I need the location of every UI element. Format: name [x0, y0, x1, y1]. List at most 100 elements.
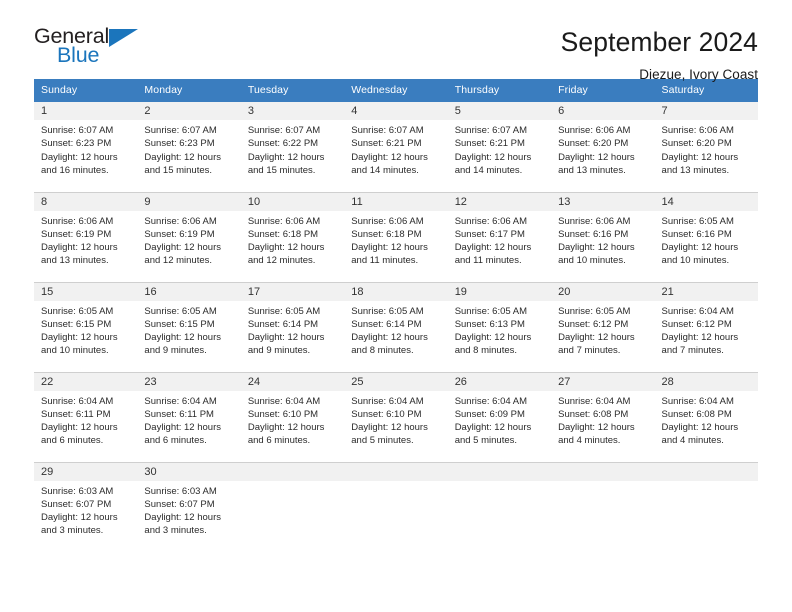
calendar-body: 1 Sunrise: 6:07 AM Sunset: 6:23 PM Dayli… [34, 102, 758, 552]
week-row: 15 Sunrise: 6:05 AM Sunset: 6:15 PM Dayl… [34, 281, 758, 372]
daylight-text-line1: Daylight: 12 hours [41, 512, 118, 524]
weekday-header-monday: Monday [137, 79, 241, 102]
sunrise-text: Sunrise: 6:03 AM [41, 485, 114, 497]
day-number: 13 [551, 192, 655, 211]
day-details: Sunrise: 6:06 AM Sunset: 6:19 PM Dayligh… [34, 211, 137, 268]
day-cell[interactable]: 28 Sunrise: 6:04 AM Sunset: 6:08 PM Dayl… [654, 371, 758, 462]
week-row: 22 Sunrise: 6:04 AM Sunset: 6:11 PM Dayl… [34, 371, 758, 462]
daylight-text-line1: Daylight: 12 hours [454, 151, 532, 163]
day-details: Sunrise: 6:04 AM Sunset: 6:08 PM Dayligh… [551, 391, 654, 448]
weekday-header-wednesday: Wednesday [344, 79, 448, 102]
day-number: 10 [240, 192, 345, 211]
daylight-text-line1: Daylight: 12 hours [144, 332, 221, 344]
sunset-text: Sunset: 6:12 PM [558, 318, 629, 330]
day-cell[interactable]: 5 Sunrise: 6:07 AM Sunset: 6:21 PM Dayli… [447, 102, 552, 192]
sunrise-text: Sunrise: 6:05 AM [454, 305, 528, 317]
day-number [654, 462, 758, 481]
sunrise-text: Sunrise: 6:05 AM [661, 215, 734, 227]
sunrise-text: Sunrise: 6:04 AM [558, 395, 631, 407]
day-cell[interactable]: 11 Sunrise: 6:06 AM Sunset: 6:18 PM Dayl… [344, 191, 448, 282]
day-cell[interactable]: 22 Sunrise: 6:04 AM Sunset: 6:11 PM Dayl… [34, 371, 138, 462]
day-number: 22 [34, 372, 138, 391]
day-number: 26 [447, 372, 552, 391]
weekday-header-sunday: Sunday [34, 79, 138, 102]
day-cell-empty [240, 461, 345, 552]
day-cell[interactable]: 25 Sunrise: 6:04 AM Sunset: 6:10 PM Dayl… [344, 371, 448, 462]
day-cell[interactable]: 4 Sunrise: 6:07 AM Sunset: 6:21 PM Dayli… [344, 102, 448, 192]
day-cell[interactable]: 6 Sunrise: 6:06 AM Sunset: 6:20 PM Dayli… [551, 102, 655, 192]
sunrise-text: Sunrise: 6:04 AM [661, 305, 734, 317]
sunset-text: Sunset: 6:09 PM [454, 408, 525, 420]
day-cell[interactable]: 3 Sunrise: 6:07 AM Sunset: 6:22 PM Dayli… [240, 102, 345, 192]
day-cell[interactable]: 15 Sunrise: 6:05 AM Sunset: 6:15 PM Dayl… [34, 281, 138, 372]
day-cell[interactable]: 8 Sunrise: 6:06 AM Sunset: 6:19 PM Dayli… [34, 191, 138, 282]
sunrise-text: Sunrise: 6:07 AM [247, 125, 321, 136]
day-number: 19 [447, 282, 552, 301]
daylight-text-line2: and 16 minutes. [41, 164, 109, 176]
weekday-header-thursday: Thursday [447, 79, 552, 102]
daylight-text-line1: Daylight: 12 hours [661, 242, 739, 254]
day-cell[interactable]: 26 Sunrise: 6:04 AM Sunset: 6:09 PM Dayl… [447, 371, 552, 462]
day-cell-empty [447, 461, 552, 552]
generalblue-logo[interactable]: General Blue [34, 25, 146, 72]
day-details: Sunrise: 6:05 AM Sunset: 6:13 PM Dayligh… [448, 301, 551, 358]
day-details: Sunrise: 6:04 AM Sunset: 6:11 PM Dayligh… [34, 391, 137, 448]
sunrise-text: Sunrise: 6:05 AM [351, 305, 424, 317]
sunrise-text: Sunrise: 6:07 AM [351, 125, 424, 136]
daylight-text-line1: Daylight: 12 hours [41, 422, 118, 434]
sunset-text: Sunset: 6:07 PM [144, 498, 215, 510]
day-number: 4 [344, 102, 448, 120]
sunrise-text: Sunrise: 6:06 AM [558, 125, 631, 136]
sunset-text: Sunset: 6:18 PM [351, 228, 422, 240]
day-cell[interactable]: 9 Sunrise: 6:06 AM Sunset: 6:19 PM Dayli… [137, 191, 241, 282]
day-cell[interactable]: 21 Sunrise: 6:04 AM Sunset: 6:12 PM Dayl… [654, 281, 758, 372]
day-number: 3 [240, 102, 345, 120]
day-cell[interactable]: 24 Sunrise: 6:04 AM Sunset: 6:10 PM Dayl… [240, 371, 345, 462]
day-number [447, 462, 552, 481]
sunrise-text: Sunrise: 6:06 AM [558, 215, 631, 227]
day-cell-empty [344, 461, 448, 552]
day-cell[interactable]: 14 Sunrise: 6:05 AM Sunset: 6:16 PM Dayl… [654, 191, 758, 282]
day-details: Sunrise: 6:06 AM Sunset: 6:19 PM Dayligh… [137, 211, 240, 268]
daylight-text-line1: Daylight: 12 hours [558, 332, 635, 344]
daylight-text-line2: and 13 minutes. [558, 164, 626, 176]
day-number: 8 [34, 192, 138, 211]
sunset-text: Sunset: 6:17 PM [454, 228, 525, 240]
day-cell[interactable]: 23 Sunrise: 6:04 AM Sunset: 6:11 PM Dayl… [137, 371, 241, 462]
day-cell[interactable]: 7 Sunrise: 6:06 AM Sunset: 6:20 PM Dayli… [654, 102, 758, 192]
sunset-text: Sunset: 6:12 PM [661, 318, 732, 330]
day-cell[interactable]: 10 Sunrise: 6:06 AM Sunset: 6:18 PM Dayl… [240, 191, 345, 282]
day-cell[interactable]: 12 Sunrise: 6:06 AM Sunset: 6:17 PM Dayl… [447, 191, 552, 282]
daylight-text-line1: Daylight: 12 hours [41, 332, 118, 344]
day-cell[interactable]: 20 Sunrise: 6:05 AM Sunset: 6:12 PM Dayl… [551, 281, 655, 372]
page-subtitle: Diezue, Ivory Coast [639, 66, 758, 82]
day-details: Sunrise: 6:06 AM Sunset: 6:17 PM Dayligh… [448, 211, 551, 268]
day-number: 24 [240, 372, 345, 391]
sunset-text: Sunset: 6:22 PM [247, 138, 319, 150]
day-cell[interactable]: 2 Sunrise: 6:07 AM Sunset: 6:23 PM Dayli… [137, 102, 241, 192]
daylight-text-line2: and 4 minutes. [558, 435, 621, 447]
day-cell[interactable]: 1 Sunrise: 6:07 AM Sunset: 6:23 PM Dayli… [34, 102, 138, 192]
day-cell[interactable]: 13 Sunrise: 6:06 AM Sunset: 6:16 PM Dayl… [551, 191, 655, 282]
day-details: Sunrise: 6:03 AM Sunset: 6:07 PM Dayligh… [34, 481, 137, 538]
day-cell[interactable]: 17 Sunrise: 6:05 AM Sunset: 6:14 PM Dayl… [240, 281, 345, 372]
day-cell[interactable]: 19 Sunrise: 6:05 AM Sunset: 6:13 PM Dayl… [447, 281, 552, 372]
day-details: Sunrise: 6:04 AM Sunset: 6:10 PM Dayligh… [344, 391, 447, 448]
day-cell[interactable]: 29 Sunrise: 6:03 AM Sunset: 6:07 PM Dayl… [34, 461, 138, 552]
day-cell[interactable]: 27 Sunrise: 6:04 AM Sunset: 6:08 PM Dayl… [551, 371, 655, 462]
day-cell[interactable]: 16 Sunrise: 6:05 AM Sunset: 6:15 PM Dayl… [137, 281, 241, 372]
day-cell[interactable]: 30 Sunrise: 6:03 AM Sunset: 6:07 PM Dayl… [137, 461, 241, 552]
daylight-text-line2: and 10 minutes. [558, 255, 626, 267]
day-details: Sunrise: 6:04 AM Sunset: 6:10 PM Dayligh… [241, 391, 344, 448]
daylight-text-line2: and 9 minutes. [144, 345, 207, 357]
daylight-text-line1: Daylight: 12 hours [41, 242, 118, 254]
day-cell[interactable]: 18 Sunrise: 6:05 AM Sunset: 6:14 PM Dayl… [344, 281, 448, 372]
sunset-text: Sunset: 6:10 PM [247, 408, 319, 420]
daylight-text-line2: and 8 minutes. [454, 345, 518, 357]
daylight-text-line2: and 12 minutes. [144, 255, 213, 267]
weekday-header-saturday: Saturday [654, 79, 758, 102]
title-block: September 2024 Diezue, Ivory Coast [561, 26, 758, 82]
daylight-text-line1: Daylight: 12 hours [144, 242, 221, 254]
day-details: Sunrise: 6:04 AM Sunset: 6:09 PM Dayligh… [448, 391, 551, 448]
sunrise-text: Sunrise: 6:05 AM [144, 305, 217, 317]
